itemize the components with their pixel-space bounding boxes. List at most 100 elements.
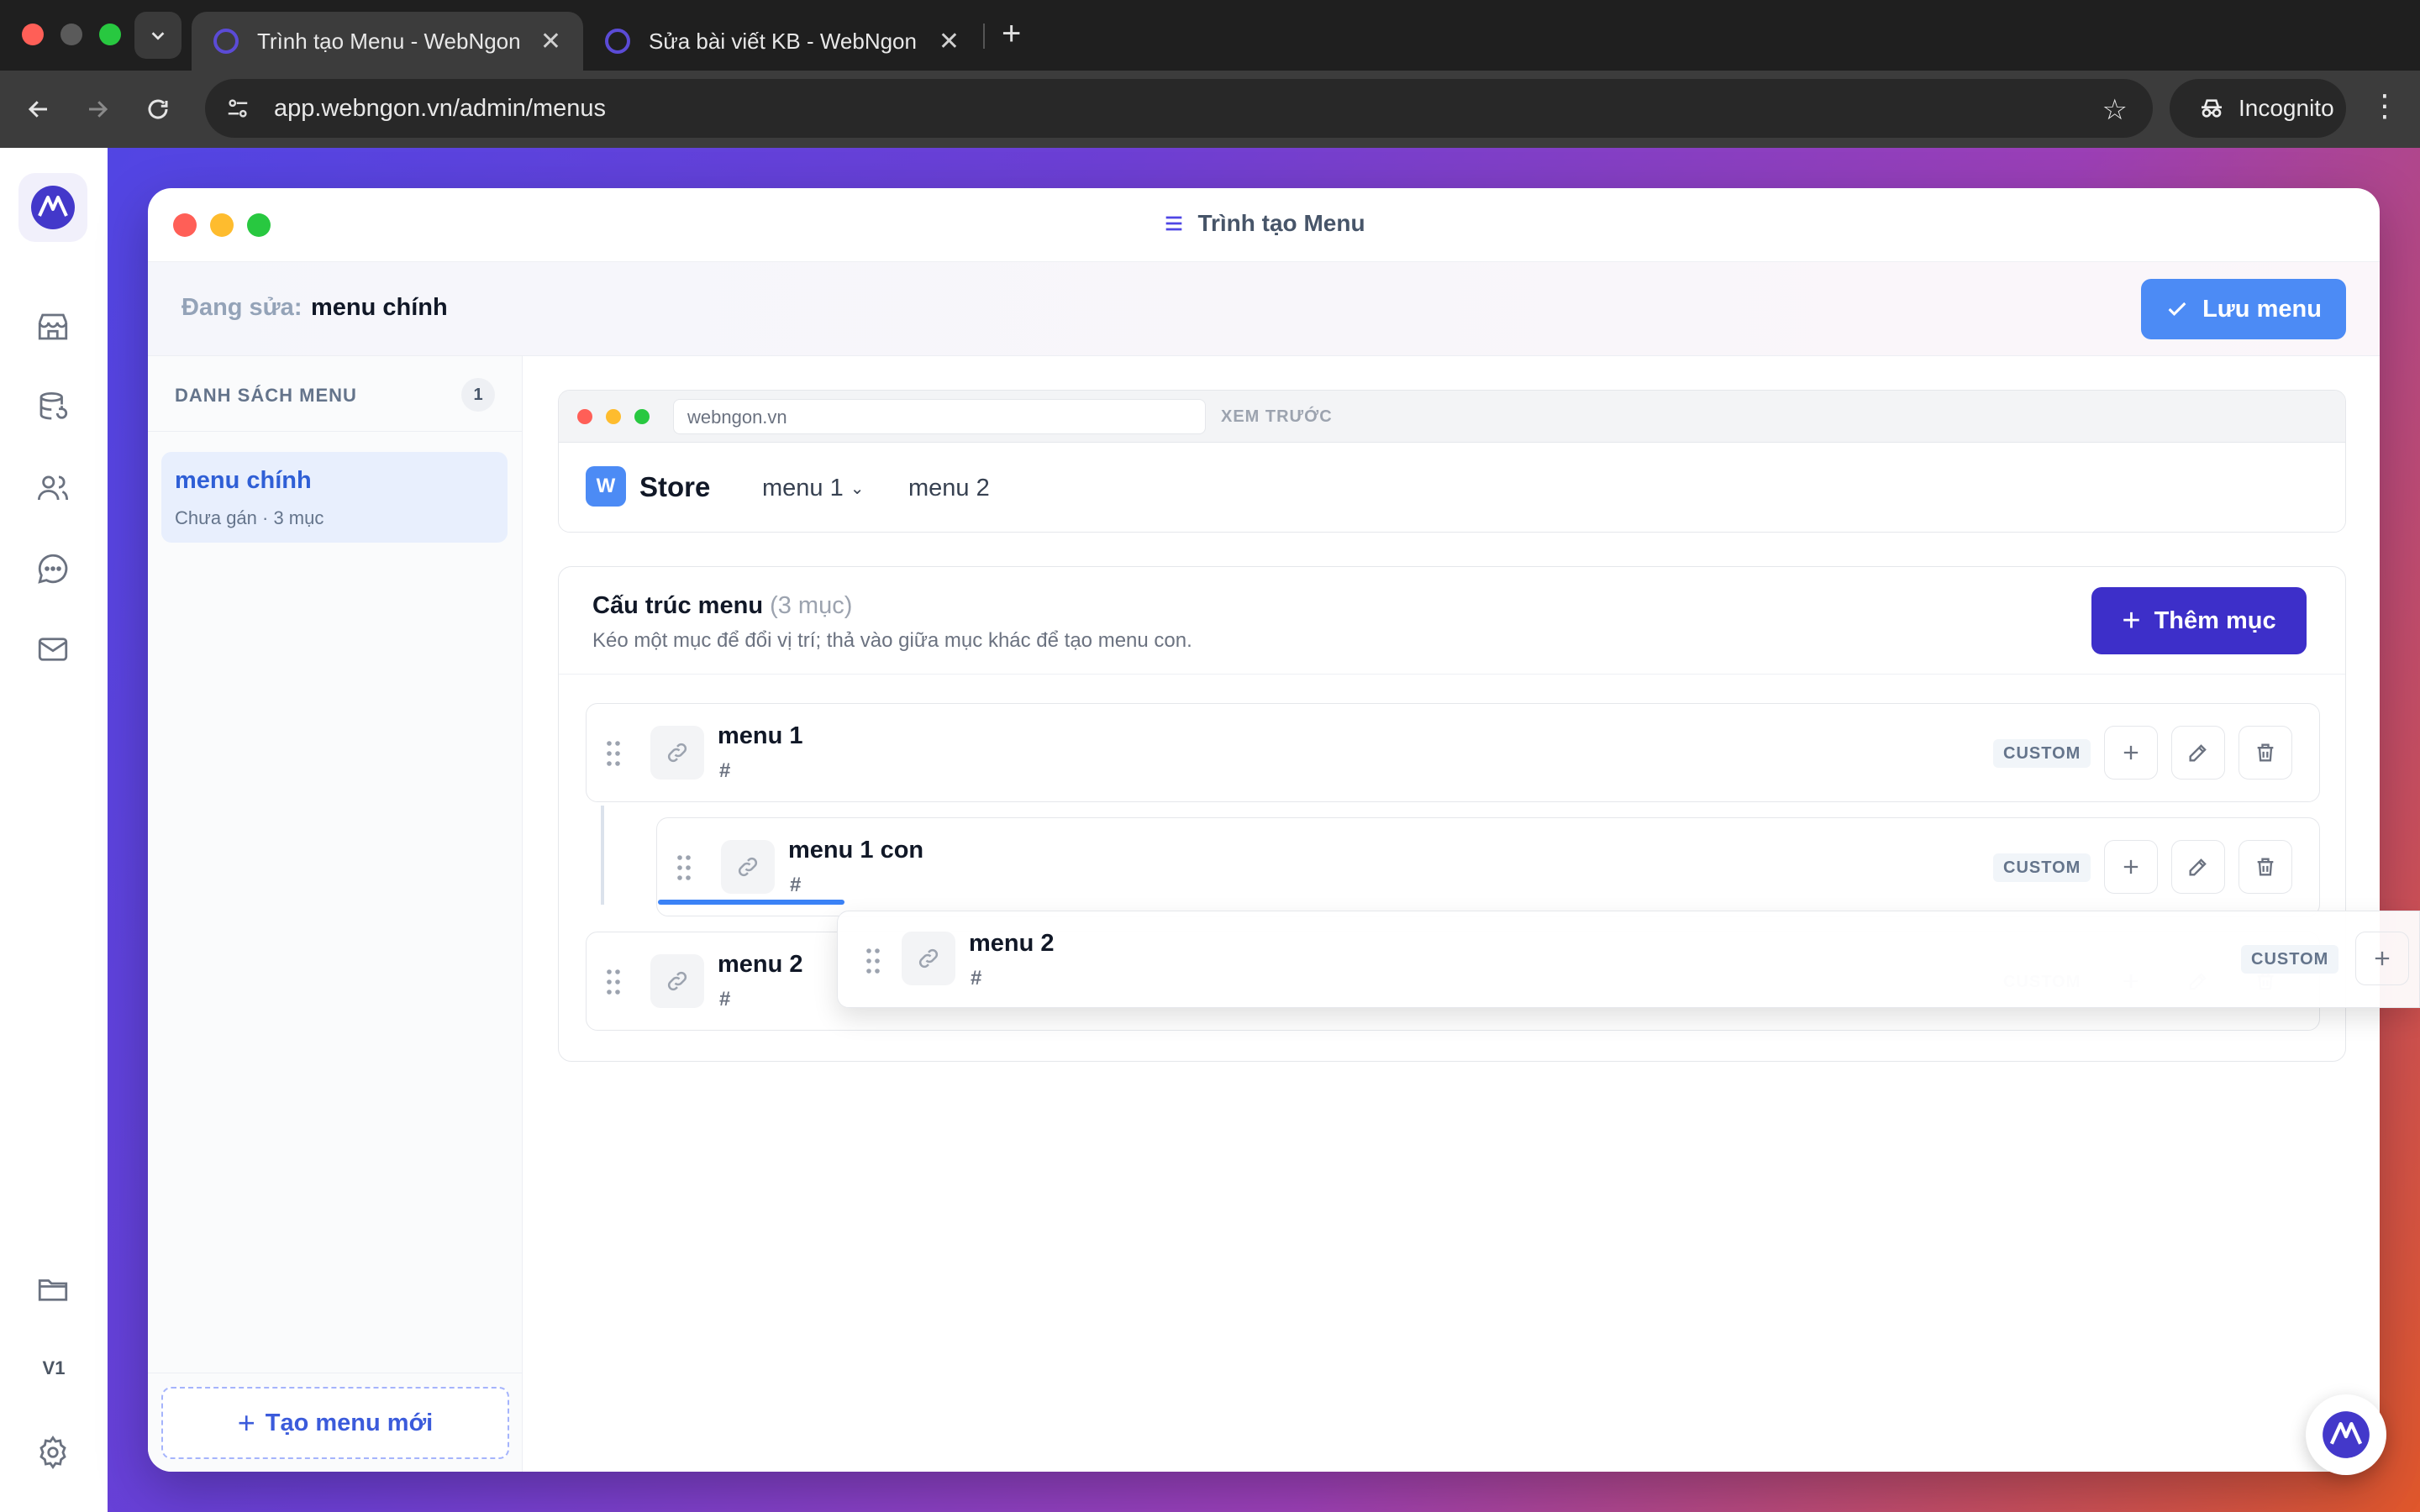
bookmark-star-icon[interactable]: ☆ (2102, 93, 2128, 127)
link-icon (650, 954, 704, 1008)
app-nav-rail: V1 (0, 148, 108, 1512)
link-icon (650, 726, 704, 780)
preview-dot (577, 409, 592, 424)
preview-browser-bar: webngon.vn XEM TRƯỚC (559, 391, 2345, 443)
close-window-button[interactable] (22, 24, 44, 45)
menu-item-href: # (719, 988, 731, 1011)
tab-title: Trình tạo Menu - WebNgon (257, 28, 521, 54)
hamburger-menu-icon (1166, 216, 1182, 231)
tab-search-button[interactable] (134, 12, 182, 59)
webngon-logo-icon (31, 186, 75, 229)
window-title: Trình tạo Menu (148, 210, 2380, 237)
tab-menu-builder[interactable]: Trình tạo Menu - WebNgon ✕ (192, 12, 583, 71)
address-bar[interactable]: app.webngon.vn/admin/menus ☆ (205, 79, 2153, 138)
forward-button[interactable] (77, 89, 118, 129)
link-icon (902, 932, 955, 985)
app-logo[interactable] (18, 173, 87, 242)
arrow-right-icon (89, 101, 108, 118)
add-item-button[interactable]: + Thêm mục (2091, 587, 2307, 654)
incognito-indicator[interactable]: Incognito (2170, 79, 2346, 138)
plus-icon (2123, 745, 2139, 760)
drag-handle-icon[interactable] (605, 739, 622, 768)
url-text: app.webngon.vn/admin/menus (274, 94, 606, 122)
settings-icon[interactable] (34, 1433, 72, 1472)
back-button[interactable] (18, 89, 59, 129)
check-icon (2168, 302, 2186, 316)
version-label: V1 (42, 1357, 66, 1378)
reload-button[interactable] (138, 89, 178, 129)
delete-item-button[interactable] (2238, 726, 2292, 780)
add-child-button[interactable] (2355, 932, 2409, 985)
chat-icon[interactable] (34, 549, 72, 588)
incognito-icon (2202, 99, 2222, 118)
menu-list-item-meta: Chưa gán · 3 mục (175, 507, 324, 528)
menu-item-name: menu 2 (718, 951, 803, 978)
plus-icon (2123, 859, 2139, 874)
incognito-label: Incognito (2238, 95, 2334, 121)
edit-item-button[interactable] (2171, 726, 2225, 780)
add-child-button[interactable] (2104, 840, 2158, 894)
floating-assistant-button[interactable] (2306, 1394, 2386, 1475)
preview-dot (606, 409, 621, 424)
menu-item-name: menu 1 (718, 722, 803, 749)
menu-list-heading: DANH SÁCH MENU (175, 385, 357, 406)
trash-icon (2257, 858, 2274, 876)
add-child-button[interactable] (2104, 726, 2158, 780)
browser-menu-icon[interactable]: ⋮ (2370, 91, 2400, 121)
menu-item-href: # (790, 874, 802, 896)
new-tab-button[interactable]: + (1002, 15, 1021, 53)
menu-list-sidebar: DANH SÁCH MENU 1 menu chính Chưa gán · 3… (148, 356, 523, 1472)
mail-icon[interactable] (34, 630, 72, 669)
dragging-item-ghost[interactable]: menu 2 # CUSTOM (837, 911, 2420, 1008)
preview-navbar: W Store menu 1 ⌄ menu 2 (559, 443, 2345, 532)
pencil-icon (2189, 858, 2207, 876)
link-icon (721, 840, 775, 894)
preview-store-name: Store (639, 471, 711, 502)
plus-icon: + (2122, 602, 2141, 638)
close-tab-icon[interactable]: ✕ (939, 27, 960, 56)
editing-menu-name: menu chính (311, 294, 448, 321)
site-settings-icon[interactable] (225, 96, 250, 121)
trash-icon (2257, 743, 2274, 762)
preview-nav-item[interactable]: menu 1 ⌄ (762, 475, 865, 502)
structure-header: Cấu trúc menu (3 mục) Kéo một mục để đổi… (559, 567, 2345, 675)
menu-item-row-child[interactable]: menu 1 con # CUSTOM (656, 817, 2320, 916)
close-tab-icon[interactable]: ✕ (540, 27, 561, 56)
save-menu-button[interactable]: Lưu menu (2141, 279, 2346, 339)
store-icon[interactable] (34, 307, 72, 346)
delete-item-button[interactable] (2238, 840, 2292, 894)
preview-url: webngon.vn (673, 399, 1206, 434)
minimize-window-button[interactable] (60, 24, 82, 45)
editing-label: Đang sửa: (182, 294, 302, 321)
menu-item-row[interactable]: menu 1 # CUSTOM (586, 703, 2320, 802)
users-icon[interactable] (34, 469, 72, 507)
drag-handle-icon[interactable] (605, 968, 622, 996)
editing-bar: Đang sửa: menu chính Lưu menu (148, 262, 2380, 356)
edit-item-button[interactable] (2171, 840, 2225, 894)
item-type-badge: CUSTOM (2241, 945, 2339, 974)
drop-indicator (658, 900, 844, 905)
arrow-left-icon (28, 101, 47, 118)
menu-builder-window: Trình tạo Menu Đang sửa: menu chính Lưu … (148, 188, 2380, 1472)
sidebar-footer: + Tạo menu mới (148, 1373, 522, 1472)
chevron-down-icon (151, 32, 165, 40)
menu-list-item[interactable]: menu chính Chưa gán · 3 mục (161, 452, 508, 543)
pencil-icon (2189, 744, 2207, 762)
zoom-window-button[interactable] (99, 24, 121, 45)
create-menu-button[interactable]: + Tạo menu mới (161, 1387, 509, 1459)
tab-edit-kb[interactable]: Sửa bài viết KB - WebNgon ✕ (583, 12, 981, 71)
menu-list-header: DANH SÁCH MENU 1 (148, 356, 522, 432)
app-background: V1 Trình tạo Menu Đang sửa: menu chính L… (0, 148, 2420, 1512)
drag-handle-icon[interactable] (676, 853, 692, 882)
menu-preview: webngon.vn XEM TRƯỚC W Store menu 1 ⌄ men… (558, 390, 2346, 533)
database-icon[interactable] (34, 388, 72, 427)
window-titlebar: Trình tạo Menu (148, 188, 2380, 262)
tab-separator (983, 24, 985, 49)
webngon-favicon-icon (213, 29, 239, 54)
drag-handle-icon[interactable] (865, 947, 881, 975)
folder-icon[interactable] (34, 1270, 72, 1309)
preview-dot (634, 409, 650, 424)
item-type-badge: CUSTOM (1993, 739, 2091, 768)
plus-icon (2375, 951, 2390, 966)
preview-nav-item[interactable]: menu 2 (908, 475, 990, 502)
